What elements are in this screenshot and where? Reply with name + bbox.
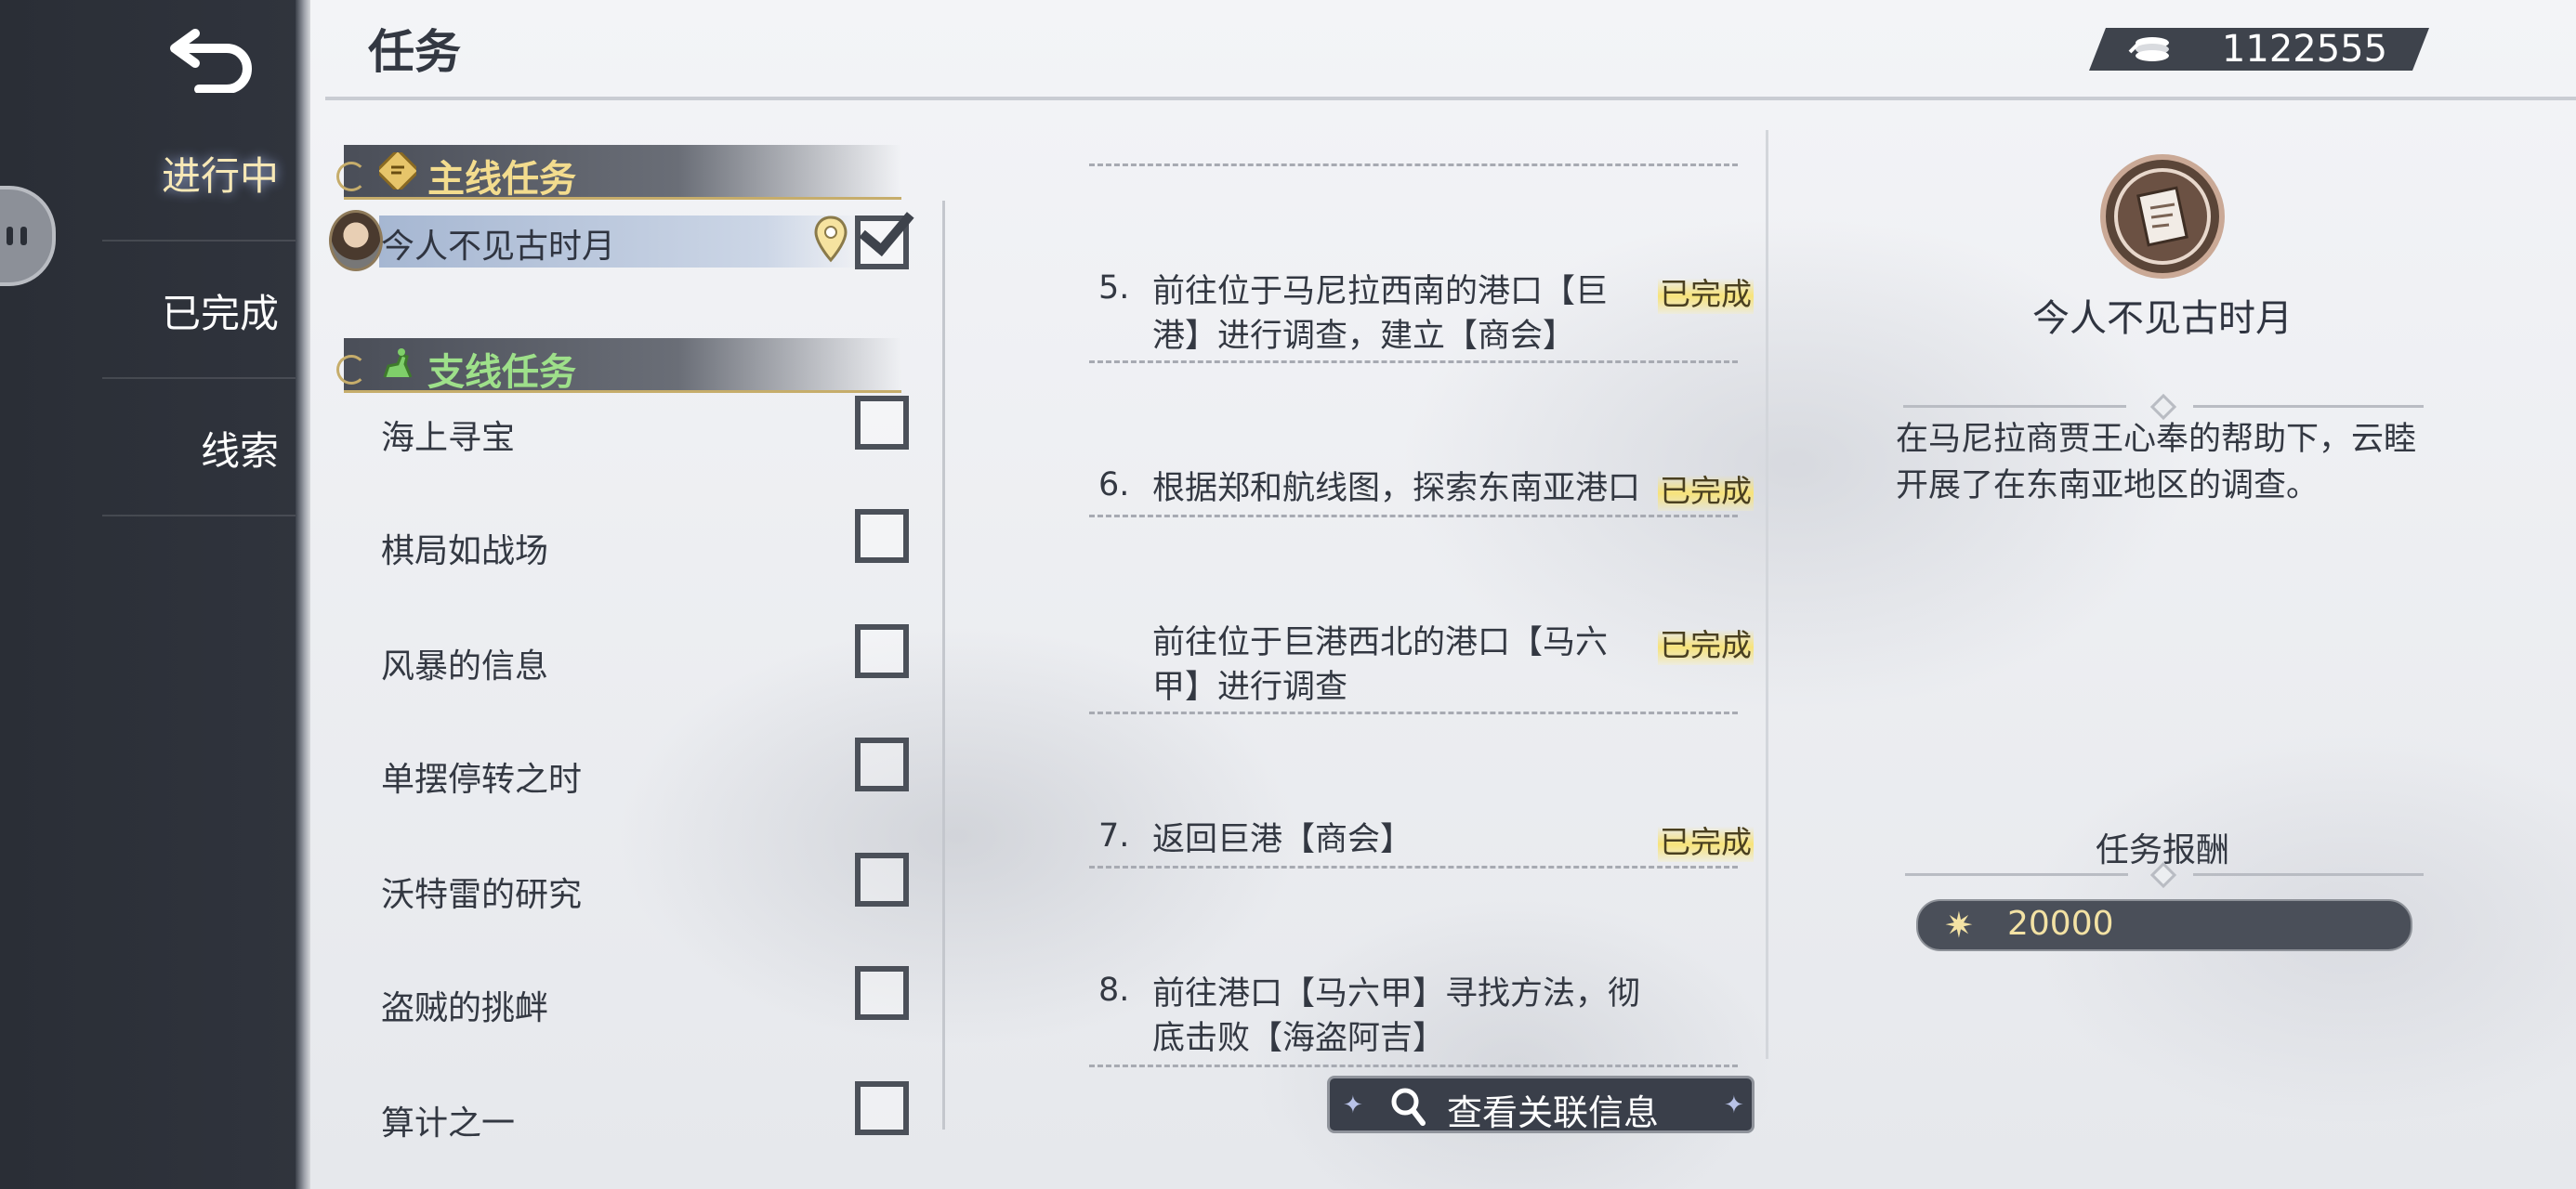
back-arrow-icon bbox=[170, 29, 252, 94]
step-number: 5. bbox=[1098, 269, 1130, 307]
mascot-face-icon bbox=[7, 227, 27, 245]
character-avatar bbox=[329, 210, 383, 271]
ornament-divider bbox=[2193, 405, 2424, 408]
side-quest-label: 风暴的信息 bbox=[381, 647, 549, 686]
step-text: 前往港口【马六甲】寻找方法，彻底击败【海盗阿吉】 bbox=[1152, 975, 1641, 1057]
ornament-curl bbox=[336, 355, 366, 385]
detail-title: 今人不见古时月 bbox=[2032, 297, 2293, 340]
side-quest-section-header: 支线任务 bbox=[336, 338, 901, 394]
ornament-divider bbox=[1905, 873, 2128, 876]
side-quest-checkbox[interactable] bbox=[855, 1081, 909, 1135]
sparkle-icon: ✦ bbox=[1724, 1091, 1744, 1119]
quest-emblem-icon bbox=[2100, 154, 2225, 279]
step-status: 已完成 bbox=[1658, 269, 1754, 314]
reward-item: ✷ 20000 bbox=[1916, 899, 2412, 951]
side-quest-checkbox[interactable] bbox=[855, 396, 909, 450]
step-number: 8. bbox=[1098, 972, 1130, 1009]
step-status: 已完成 bbox=[1658, 817, 1754, 862]
ornament-curl bbox=[336, 162, 366, 191]
side-quest-checkbox[interactable] bbox=[855, 966, 909, 1020]
search-icon bbox=[1391, 1088, 1426, 1126]
side-quest-item[interactable]: 算计之一 bbox=[381, 1081, 929, 1156]
side-quest-item[interactable]: 沃特雷的研究 bbox=[381, 853, 929, 927]
step-text: 根据郑和航线图，探索东南亚港口 bbox=[1152, 470, 1641, 507]
tab-clues[interactable]: 线索 bbox=[102, 386, 297, 516]
step-text: 前往位于马尼拉西南的港口【巨港】进行调查，建立【商会】 bbox=[1152, 273, 1609, 355]
star-icon: ✷ bbox=[1944, 905, 1974, 946]
side-quest-label: 盗贼的挑衅 bbox=[381, 989, 549, 1027]
scroll-quest-icon bbox=[379, 152, 416, 189]
view-related-info-button[interactable]: ✦ 查看关联信息 ✦ bbox=[1327, 1076, 1755, 1133]
side-quest-checkbox[interactable] bbox=[855, 853, 909, 907]
step-number: 7. bbox=[1098, 817, 1130, 855]
currency-display: 1122555 bbox=[2089, 28, 2429, 71]
detail-description: 在马尼拉商贾王心奉的帮助下，云睦开展了在东南亚地区的调查。 bbox=[1896, 421, 2417, 504]
side-quest-item[interactable]: 风暴的信息 bbox=[381, 624, 929, 699]
page-title: 任务 bbox=[368, 25, 461, 79]
step-text: 返回巨港【商会】 bbox=[1152, 821, 1413, 858]
side-quest-checkbox[interactable] bbox=[855, 624, 909, 678]
side-quest-item[interactable]: 盗贼的挑衅 bbox=[381, 966, 929, 1040]
side-quest-item[interactable]: 棋局如战场 bbox=[381, 509, 929, 583]
step-divider bbox=[1089, 866, 1738, 869]
main-quest-item[interactable]: 今人不见古时月 bbox=[329, 210, 924, 281]
side-quest-checkbox[interactable] bbox=[855, 509, 909, 563]
header-divider bbox=[325, 97, 2576, 100]
side-quest-label: 算计之一 bbox=[381, 1104, 516, 1143]
side-quest-item[interactable]: 单摆停转之时 bbox=[381, 738, 929, 812]
step-text: 前往位于巨港西北的港口【马六甲】进行调查 bbox=[1152, 624, 1609, 706]
step-number: 6. bbox=[1098, 466, 1130, 503]
main-quest-section-label: 主线任务 bbox=[427, 158, 576, 201]
list-scroll-divider bbox=[942, 201, 945, 1130]
coins-icon bbox=[2128, 35, 2171, 63]
currency-value: 1122555 bbox=[2221, 28, 2388, 71]
side-quest-label: 棋局如战场 bbox=[381, 532, 549, 570]
step-divider bbox=[1089, 360, 1738, 363]
tab-completed[interactable]: 已完成 bbox=[102, 249, 297, 379]
horse-rider-icon bbox=[383, 348, 413, 378]
step-divider bbox=[1089, 515, 1738, 517]
main-quest-checkbox[interactable] bbox=[855, 216, 909, 269]
sparkle-icon: ✦ bbox=[1343, 1091, 1363, 1119]
ornament-divider bbox=[1903, 405, 2126, 408]
steps-panel-divider bbox=[1766, 130, 1768, 1059]
side-quest-label: 沃特雷的研究 bbox=[381, 876, 583, 914]
step-divider bbox=[1089, 163, 1738, 166]
back-button[interactable] bbox=[167, 19, 260, 94]
tab-in-progress[interactable]: 进行中 bbox=[102, 111, 297, 242]
main-quest-section-header: 主线任务 bbox=[336, 145, 901, 201]
step-status: 已完成 bbox=[1658, 621, 1754, 665]
view-related-info-label: 查看关联信息 bbox=[1447, 1092, 1660, 1133]
side-quest-item[interactable]: 海上寻宝 bbox=[381, 396, 929, 470]
step-divider bbox=[1089, 712, 1738, 714]
left-nav: 进行中 已完成 线索 bbox=[0, 0, 307, 1189]
step-status: 已完成 bbox=[1658, 466, 1754, 511]
reward-value: 20000 bbox=[2007, 905, 2114, 943]
map-pin-icon bbox=[814, 216, 848, 263]
step-divider bbox=[1089, 1065, 1738, 1067]
side-quest-label: 单摆停转之时 bbox=[381, 761, 583, 799]
side-quest-label: 海上寻宝 bbox=[381, 419, 516, 457]
nav-divider bbox=[296, 0, 310, 1189]
side-quest-checkbox[interactable] bbox=[855, 738, 909, 791]
ornament-divider bbox=[2193, 873, 2424, 876]
side-quest-section-label: 支线任务 bbox=[427, 351, 576, 394]
side-drawer-handle[interactable] bbox=[0, 186, 56, 286]
main-quest-label: 今人不见古时月 bbox=[381, 228, 616, 266]
